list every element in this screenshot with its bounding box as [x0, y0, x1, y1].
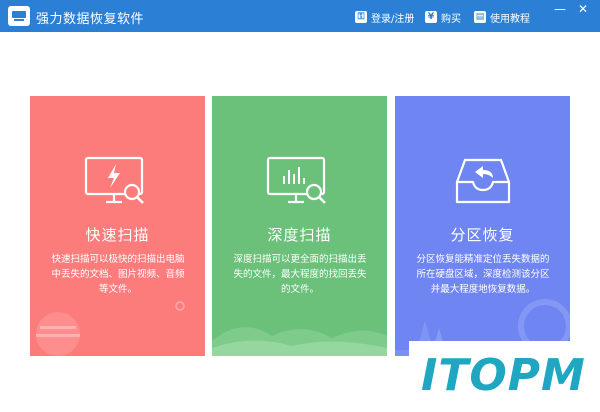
cloud-decoration [36, 301, 185, 356]
deep-scan-card[interactable]: 深度扫描 深度扫描可以更全面的扫描出丢失的文件，最大程度的找回丢失的文件。 [212, 96, 387, 356]
book-icon: ▤ [474, 11, 486, 23]
quick-scan-description: 快速扫描可以极快的扫描出电脑中丢失的文档、图片视频、音频等文件。 [51, 254, 185, 295]
partition-recovery-description: 分区恢复能精准定位丢失数据的所在硬盘区域，深度检测该分区并最大程度地恢复数据。 [416, 254, 550, 295]
deep-scan-title: 深度扫描 [267, 226, 332, 244]
quick-scan-title: 快速扫描 [85, 226, 150, 244]
monitor-lightning-search-icon [84, 156, 144, 204]
quick-scan-card[interactable]: 快速扫描 快速扫描可以极快的扫描出电脑中丢失的文档、图片视频、音频等文件。 [30, 96, 205, 356]
title-bar: 强力数据恢复软件 ⚿ 登录/注册 ¥ 购买 ▤ 使用教程 — ✕ [0, 0, 600, 32]
partition-recovery-card[interactable]: 分区恢复 分区恢复能精准定位丢失数据的所在硬盘区域，深度检测该分区并最大程度地恢… [395, 96, 570, 356]
watermark: ITOPM [409, 341, 600, 412]
app-title: 强力数据恢复软件 [36, 12, 145, 27]
tutorial-label: 使用教程 [490, 13, 530, 25]
tray-restore-icon [455, 158, 511, 204]
key-icon: ⚿ [355, 11, 367, 23]
partition-recovery-title: 分区恢复 [450, 226, 515, 244]
login-register-button[interactable]: ⚿ 登录/注册 [355, 9, 414, 25]
buy-label: 购买 [441, 13, 461, 25]
watermark-text: ITOPM [421, 350, 586, 401]
close-button[interactable]: ✕ [575, 2, 591, 16]
login-register-label: 登录/注册 [371, 13, 415, 25]
hills-decoration [212, 327, 387, 356]
tutorial-button[interactable]: ▤ 使用教程 [474, 9, 530, 25]
minimize-button[interactable]: — [552, 2, 568, 16]
app-logo-icon [8, 6, 30, 26]
buy-button[interactable]: ¥ 购买 [425, 9, 461, 25]
deep-scan-description: 深度扫描可以更全面的扫描出丢失的文件，最大程度的找回丢失的文件。 [233, 254, 367, 295]
yen-icon: ¥ [425, 11, 437, 23]
monitor-chart-search-icon [266, 156, 326, 204]
